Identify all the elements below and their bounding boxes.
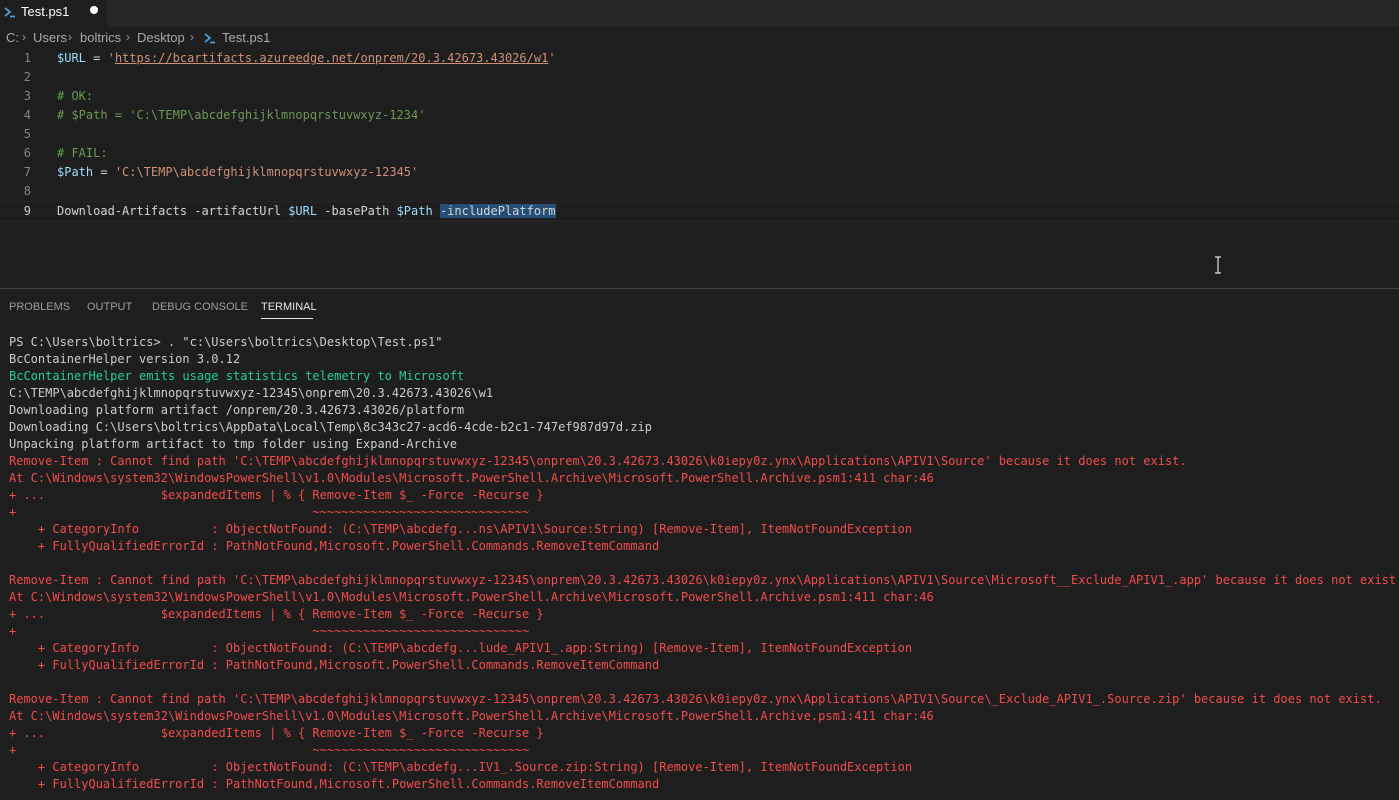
breadcrumb: C: › Users › boltrics › Desktop › Test.p… [0,27,1399,49]
code-token: = [93,165,115,179]
powershell-icon [4,7,15,18]
terminal-line: + CategoryInfo : ObjectNotFound: (C:\TEM… [9,522,913,536]
code-line[interactable]: 8 [0,182,1399,201]
terminal-line: + CategoryInfo : ObjectNotFound: (C:\TEM… [9,760,913,774]
terminal-line: Downloading platform artifact /onprem/20… [9,403,465,417]
code-token: -includePlatform [439,204,556,218]
code-token: $Path [57,165,94,179]
code-token: -basePath [317,204,397,218]
code-token: $URL [288,204,318,218]
line-number: 9 [23,204,31,218]
chevron-right-icon: › [68,30,72,44]
code-text: # FAIL: [57,146,108,160]
terminal-line: At C:\Windows\system32\WindowsPowerShell… [9,709,934,723]
line-number: 2 [23,70,31,84]
terminal-line: + CategoryInfo : ObjectNotFound: (C:\TEM… [9,641,913,655]
terminal-line: + FullyQualifiedErrorId : PathNotFound,M… [9,658,660,672]
code-line[interactable]: 2 [0,68,1399,87]
code-line[interactable]: 1 $URL = 'https://bcartifacts.azureedge.n… [0,49,1399,68]
code-text: # $Path = 'C:\TEMP\abcdefghijklmnopqrstu… [57,108,425,122]
code-editor[interactable]: 1 $URL = 'https://bcartifacts.azureedge.n… [0,49,1399,288]
code-line[interactable]: 9 Download-Artifacts -artifactUrl $URL -b… [0,201,1399,222]
code-line[interactable]: 4 # $Path = 'C:\TEMP\abcdefghijklmnopqrst… [0,106,1399,125]
line-number: 8 [23,184,31,198]
terminal-line: C:\TEMP\abcdefghijklmnopqrstuvwxyz-12345… [9,386,494,400]
terminal-line: + ~~~~~~~~~~~~~~~~~~~~~~~~~~~~~~ [9,505,530,519]
code-token: = [85,51,108,65]
code-text: Download-Artifacts -artifactUrl $URL -ba… [57,204,556,218]
code-token: Download-Artifacts -artifactUrl [57,204,289,218]
terminal-line: BcContainerHelper version 3.0.12 [9,352,241,366]
code-token: # $Path = 'C:\TEMP\abcdefghijklmnopqrstu… [57,108,426,122]
code-text: $URL = 'https://bcartifacts.azureedge.ne… [57,51,556,65]
code-token: 'C:\TEMP\abcdefghijklmnopqrstuvwxyz-1234… [114,165,419,179]
terminal-line: Unpacking platform artifact to tmp folde… [9,437,457,451]
breadcrumb-item-users[interactable]: Users [33,30,67,45]
code-line[interactable]: 3 # OK: [0,87,1399,106]
code-token: $URL [57,51,86,65]
terminal-line: + ... $expandedItems | % { Remove-Item $… [9,607,544,621]
terminal-line: Remove-Item : Cannot find path 'C:\TEMP\… [9,454,1187,468]
text-cursor-icon [1215,256,1221,274]
line-number: 5 [23,127,31,141]
code-line[interactable]: 7 $Path = 'C:\TEMP\abcdefghijklmnopqrstuv… [0,163,1399,182]
breadcrumb-item-boltrics[interactable]: boltrics [80,30,121,45]
unsaved-dot-icon[interactable] [90,6,98,14]
terminal-line: BcContainerHelper emits usage statistics… [9,369,465,383]
line-number: 7 [23,165,31,179]
chevron-right-icon: › [126,30,130,44]
line-number: 1 [23,51,31,65]
terminal-line: + FullyQualifiedErrorId : PathNotFound,M… [9,777,660,791]
tab-debug-console[interactable]: DEBUG CONSOLE [152,301,248,313]
code-token: https://bcartifacts.azureedge.net/onprem… [114,51,549,65]
code-token: ' [107,51,115,65]
code-token: ' [548,51,556,65]
editor-tab-test-ps1[interactable]: Test.ps1 [0,0,107,27]
terminal-line: At C:\Windows\system32\WindowsPowerShell… [9,471,934,485]
breadcrumb-item-file[interactable]: Test.ps1 [222,30,270,45]
code-text: $Path = 'C:\TEMP\abcdefghijklmnopqrstuvw… [57,165,418,179]
terminal-line: PS C:\Users\boltrics> . "c:\Users\boltri… [9,335,443,349]
terminal-line: Remove-Item : Cannot find path 'C:\TEMP\… [9,573,1399,587]
terminal-line: + ~~~~~~~~~~~~~~~~~~~~~~~~~~~~~~ [9,743,530,757]
terminal-line: + ... $expandedItems | % { Remove-Item $… [9,726,544,740]
tab-output[interactable]: OUTPUT [87,301,132,313]
active-tab-indicator [261,318,313,319]
terminal-line: Remove-Item : Cannot find path 'C:\TEMP\… [9,692,1382,706]
code-line[interactable]: 6 # FAIL: [0,144,1399,163]
breadcrumb-item-drive[interactable]: C: [6,30,19,45]
tab-label: Test.ps1 [21,4,70,19]
line-number: 3 [23,89,31,103]
code-token: # FAIL: [57,146,108,160]
terminal-line: + ~~~~~~~~~~~~~~~~~~~~~~~~~~~~~~ [9,624,530,638]
code-text: # OK: [57,89,93,103]
terminal-line: At C:\Windows\system32\WindowsPowerShell… [9,590,934,604]
terminal-line: + ... $expandedItems | % { Remove-Item $… [9,488,544,502]
line-number: 4 [23,108,31,122]
tab-terminal[interactable]: TERMINAL [261,301,317,313]
terminal-output[interactable]: PS C:\Users\boltrics> . "c:\Users\boltri… [9,334,1399,793]
bottom-panel: PROBLEMS OUTPUT DEBUG CONSOLE TERMINAL P… [0,288,1399,800]
code-line[interactable]: 5 [0,125,1399,144]
breadcrumb-item-desktop[interactable]: Desktop [137,30,185,45]
terminal-line: + FullyQualifiedErrorId : PathNotFound,M… [9,539,660,553]
tab-problems[interactable]: PROBLEMS [9,301,70,313]
code-token: $Path [396,204,433,218]
chevron-right-icon: › [22,30,26,44]
powershell-icon [204,33,215,44]
chevron-right-icon: › [190,30,194,44]
terminal-line: Downloading C:\Users\boltrics\AppData\Lo… [9,420,652,434]
editor-tab-bar: Test.ps1 [0,0,1399,27]
line-number: 6 [23,146,31,160]
code-token: # OK: [57,89,94,103]
